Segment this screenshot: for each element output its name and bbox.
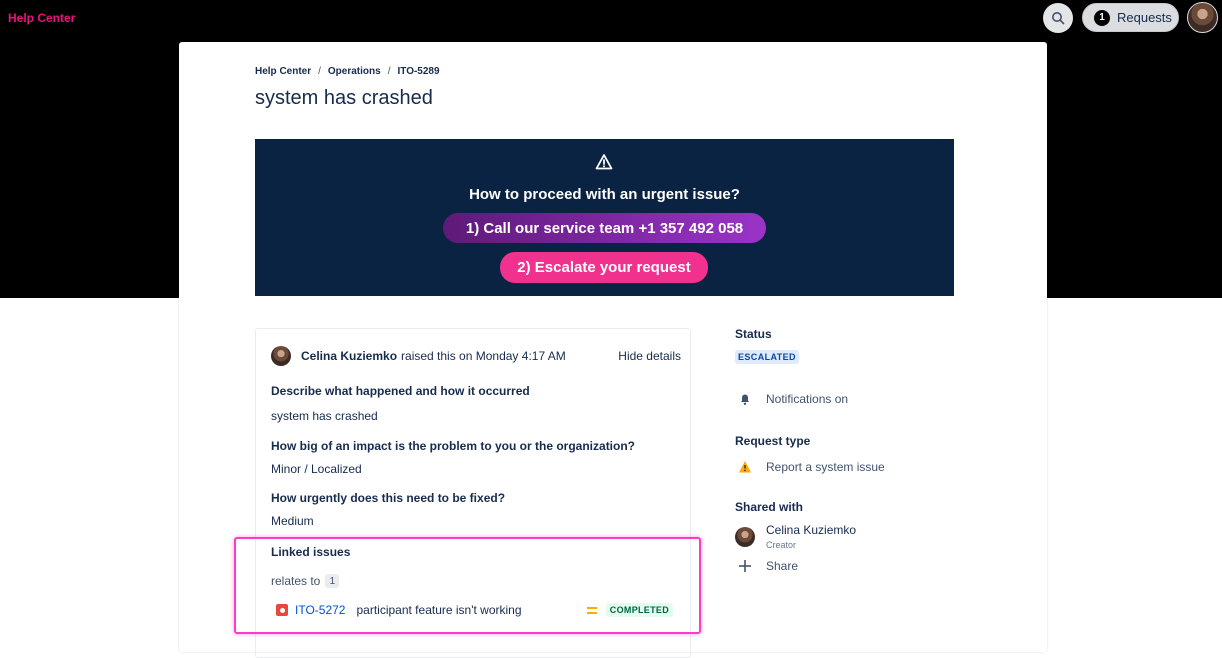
breadcrumb-issue-key[interactable]: ITO-5289 bbox=[397, 66, 439, 77]
requests-label: Requests bbox=[1117, 10, 1172, 25]
breadcrumb-separator: / bbox=[318, 66, 321, 77]
linked-issue-row[interactable]: ITO-5272 participant feature isn't worki… bbox=[271, 596, 681, 624]
requests-count-badge: 1 bbox=[1094, 9, 1110, 26]
field-answer-urgency: Medium bbox=[271, 514, 314, 528]
field-question-impact: How big of an impact is the problem to y… bbox=[271, 439, 636, 453]
share-label: Share bbox=[766, 559, 799, 573]
breadcrumb-separator: / bbox=[387, 66, 391, 77]
status-label: Status bbox=[735, 327, 772, 341]
escalate-request-button[interactable]: 2) Escalate your request bbox=[500, 252, 708, 283]
breadcrumb-operations[interactable]: Operations bbox=[328, 66, 381, 77]
linked-issue-summary: participant feature isn't working bbox=[356, 603, 522, 617]
warning-icon bbox=[735, 458, 755, 476]
share-button[interactable]: Share bbox=[735, 557, 798, 575]
reporter-row: Celina Kuziemko raised this on Monday 4:… bbox=[271, 346, 681, 366]
reporter-avatar bbox=[271, 346, 291, 366]
call-service-team-button[interactable]: 1) Call our service team +1 357 492 058 bbox=[443, 213, 766, 243]
banner-title: How to proceed with an urgent issue? bbox=[469, 186, 740, 203]
reporter-timestamp: raised this on Monday 4:17 AM bbox=[401, 349, 566, 363]
field-answer-what-happened: system has crashed bbox=[271, 409, 378, 423]
status-badge: ESCALATED bbox=[735, 350, 799, 364]
relates-to-count: 1 bbox=[325, 574, 340, 588]
linked-issue-status: COMPLETED bbox=[605, 603, 673, 617]
shared-user-role: Creator bbox=[766, 540, 797, 550]
request-card: Help Center / Operations / ITO-5289 syst… bbox=[179, 42, 1047, 658]
help-center-logo-link[interactable]: Help Center bbox=[8, 11, 75, 25]
warning-icon bbox=[595, 154, 613, 170]
search-button[interactable] bbox=[1043, 3, 1073, 33]
request-type-value: Report a system issue bbox=[766, 460, 885, 474]
breadcrumb-help-center[interactable]: Help Center bbox=[255, 66, 311, 77]
search-icon bbox=[1052, 12, 1065, 25]
reporter-name: Celina Kuziemko bbox=[301, 349, 398, 363]
shared-user-info: Celina Kuziemko Creator bbox=[766, 523, 856, 550]
breadcrumb: Help Center / Operations / ITO-5289 bbox=[255, 66, 440, 77]
field-answer-impact: Minor / Localized bbox=[271, 462, 362, 476]
hide-details-button[interactable]: Hide details bbox=[618, 349, 681, 363]
notifications-toggle[interactable]: Notifications on bbox=[735, 390, 848, 408]
linked-issues-heading: Linked issues bbox=[271, 545, 351, 559]
shared-user-name: Celina Kuziemko bbox=[766, 523, 857, 537]
field-question-urgency: How urgently does this need to be fixed? bbox=[271, 491, 506, 505]
shared-user-avatar bbox=[735, 526, 755, 547]
bug-icon bbox=[276, 604, 288, 616]
shared-user-row: Celina Kuziemko Creator bbox=[735, 523, 856, 550]
relates-to-group: relates to 1 bbox=[271, 574, 340, 588]
shared-with-label: Shared with bbox=[735, 500, 804, 514]
field-question-what-happened: Describe what happened and how it occurr… bbox=[271, 384, 530, 398]
notifications-label: Notifications on bbox=[766, 392, 849, 406]
page-title: system has crashed bbox=[255, 87, 433, 109]
request-type-row: Report a system issue bbox=[735, 458, 885, 476]
priority-medium-icon bbox=[586, 606, 597, 614]
user-avatar-button[interactable] bbox=[1187, 2, 1218, 33]
requests-button[interactable]: 1 Requests bbox=[1082, 3, 1179, 32]
plus-icon bbox=[735, 557, 755, 575]
request-details-panel: Celina Kuziemko raised this on Monday 4:… bbox=[255, 328, 691, 658]
relates-to-label: relates to bbox=[271, 574, 321, 588]
request-type-label: Request type bbox=[735, 434, 811, 448]
bell-icon bbox=[735, 390, 755, 408]
urgent-issue-banner: How to proceed with an urgent issue? 1) … bbox=[255, 139, 954, 296]
linked-issue-key[interactable]: ITO-5272 bbox=[295, 603, 345, 617]
